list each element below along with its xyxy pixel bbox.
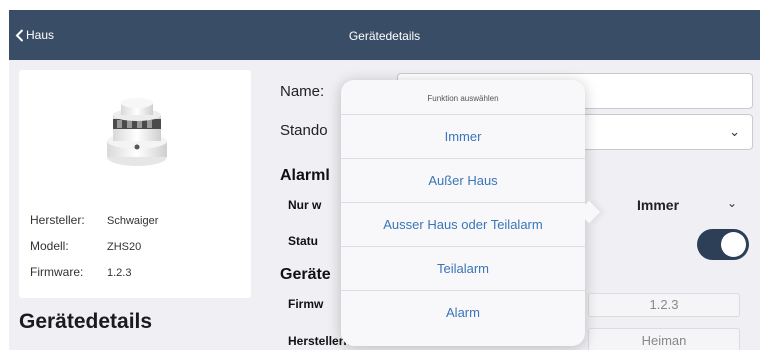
model-label: Modell:	[30, 239, 69, 253]
manufacturer-value: Schwaiger	[107, 215, 159, 227]
popover-title: Funktion auswählen	[427, 94, 499, 103]
status-label: Statu	[288, 234, 318, 248]
model-value: ZHS20	[107, 241, 142, 253]
firmware-row: Firmware: 1.2.3	[30, 265, 131, 279]
app-frame: Haus Gerätedetails Hersteller: Schwaiger…	[9, 10, 760, 350]
manufacturer-field: Heiman	[588, 328, 740, 350]
firmware-field-label: Firmw	[288, 297, 324, 311]
chevron-down-icon[interactable]: ⌄	[727, 196, 737, 210]
option-teilalarm[interactable]: Teilalarm	[341, 246, 585, 291]
caption-title: Gerätedetails	[19, 310, 153, 333]
firmware-label: Firmware:	[30, 265, 84, 279]
option-alarm[interactable]: Alarm	[341, 290, 585, 335]
status-toggle[interactable]	[697, 229, 749, 260]
model-row: Modell: ZHS20	[30, 239, 141, 253]
device-section-heading: Geräte	[280, 266, 331, 283]
firmware-field: 1.2.3	[588, 293, 740, 317]
firmware-value: 1.2.3	[107, 267, 132, 279]
option-immer[interactable]: Immer	[341, 114, 585, 159]
only-when-value[interactable]: Immer	[637, 197, 679, 213]
manufacturer-label: Hersteller:	[30, 213, 85, 227]
alarm-section-heading: Alarml	[280, 167, 330, 184]
device-card: Hersteller: Schwaiger Modell: ZHS20 Firmwa…	[19, 70, 251, 298]
chevron-down-icon: ⌄	[729, 124, 740, 139]
function-select-popover: Funktion auswählen Immer Außer Haus Auss…	[341, 80, 601, 346]
navigation-bar: Haus Gerätedetails	[9, 10, 760, 60]
option-ausser-haus-oder-teilalarm[interactable]: Ausser Haus oder Teilalarm	[341, 202, 585, 247]
only-when-label: Nur w	[288, 198, 322, 212]
manufacturer-row: Hersteller: Schwaiger	[30, 213, 158, 227]
page-title: Gerätedetails	[348, 29, 421, 43]
location-select[interactable]: ⌄	[569, 114, 753, 150]
smoke-detector-image	[107, 98, 167, 166]
option-ausser-haus[interactable]: Außer Haus	[341, 158, 585, 203]
toggle-knob	[721, 232, 746, 257]
name-label: Name:	[280, 83, 325, 100]
location-label: Stando	[280, 122, 328, 139]
